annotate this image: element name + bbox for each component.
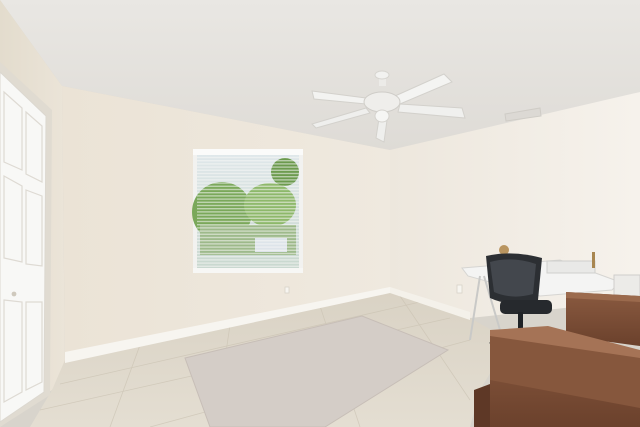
wall-outlet-back: [284, 286, 290, 294]
closet-door: [0, 62, 52, 427]
window: [192, 149, 303, 273]
desk-lamp: [592, 252, 595, 268]
wall-outlet: [456, 284, 463, 294]
keyboard: [546, 260, 596, 274]
room-photo: [0, 0, 640, 427]
door-knob: [11, 291, 17, 297]
